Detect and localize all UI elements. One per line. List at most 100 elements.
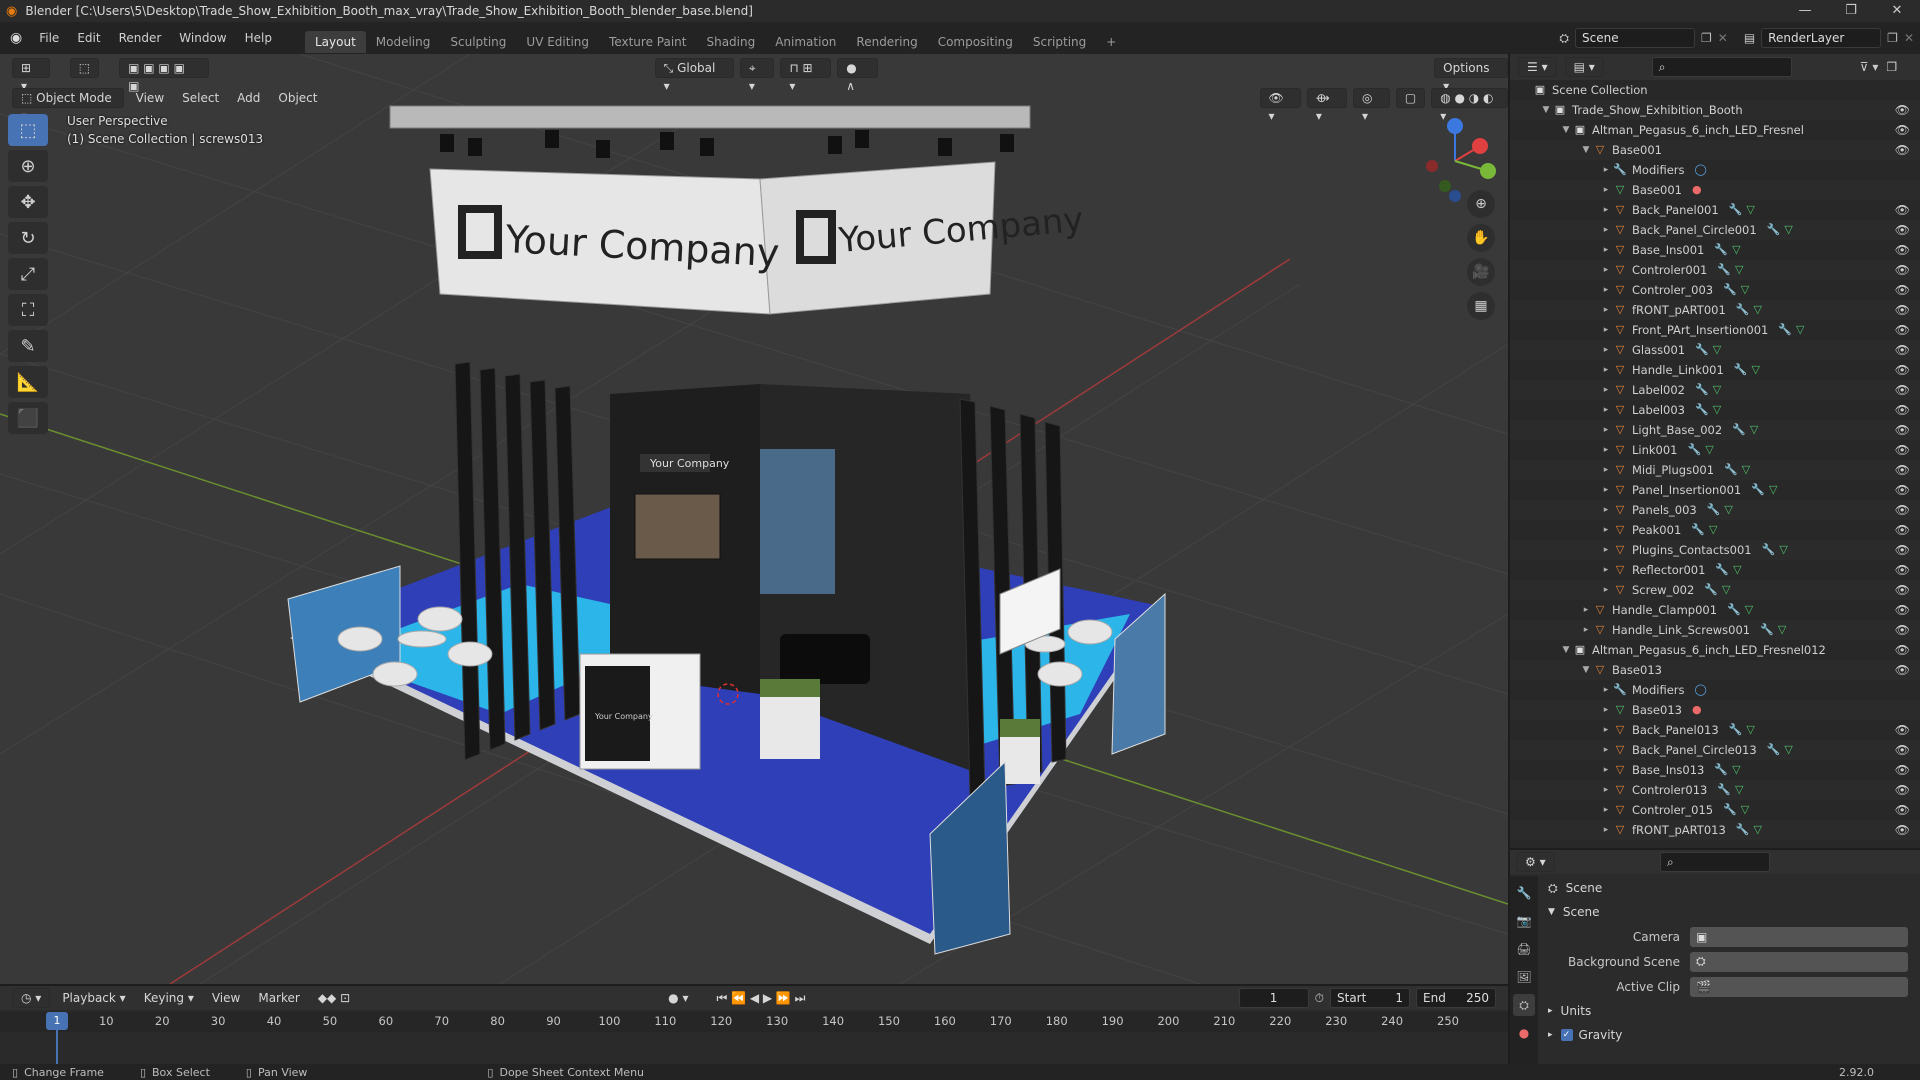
menu-window[interactable]: Window — [170, 31, 235, 45]
expand-toggle-icon[interactable]: ▸ — [1600, 500, 1612, 520]
tab-scripting[interactable]: Scripting — [1023, 31, 1096, 53]
menu-add[interactable]: Add — [231, 91, 266, 105]
output-tab-icon[interactable]: 🖨 — [1513, 938, 1535, 960]
outliner-row[interactable]: ▸ ▽ Controler_003 🔧 ▽ 👁 — [1510, 280, 1920, 300]
proportional-edit-toggle[interactable]: ● ∧ — [837, 58, 879, 93]
move-tool[interactable]: ✥ — [8, 186, 48, 218]
outliner-row[interactable]: ▸ ▽ Controler013 🔧 ▽ 👁 — [1510, 780, 1920, 800]
outliner-row[interactable]: ▸ ▽ Back_Panel013 🔧 ▽ 👁 — [1510, 720, 1920, 740]
add-workspace-button[interactable]: + — [1096, 31, 1126, 53]
outliner-row[interactable]: ▸ ▽ Reflector001 🔧 ▽ 👁 — [1510, 560, 1920, 580]
pan-hand-icon[interactable]: ✋ — [1467, 224, 1495, 252]
new-collection-icon[interactable]: ❐ — [1886, 60, 1897, 74]
properties-search-input[interactable]: ⌕ — [1660, 852, 1770, 872]
data-badges-icon[interactable]: 🔧 ▽ — [1704, 580, 1730, 600]
data-badges-icon[interactable]: 🔧 ▽ — [1714, 240, 1740, 260]
data-badges-icon[interactable]: 🔧 ▽ — [1707, 500, 1733, 520]
units-section-header[interactable]: ▸ Units — [1540, 999, 1920, 1023]
visibility-eye-icon[interactable]: 👁 — [1895, 720, 1910, 740]
view-layer-selector[interactable]: RenderLayer — [1761, 28, 1882, 48]
data-badges-icon[interactable]: 🔧 ▽ — [1778, 320, 1804, 340]
visibility-eye-icon[interactable]: 👁 — [1895, 520, 1910, 540]
outliner-row[interactable]: ▼ ▣ Altman_Pegasus_6_inch_LED_Fresnel012 👁 — [1510, 640, 1920, 660]
data-badges-icon[interactable]: 🔧 ▽ — [1717, 260, 1743, 280]
record-button[interactable]: ● ▾ — [662, 991, 694, 1005]
data-badges-icon[interactable]: 🔧 ▽ — [1695, 340, 1721, 360]
visibility-eye-icon[interactable]: 👁 — [1895, 320, 1910, 340]
background-scene-field[interactable]: ⛭ — [1690, 951, 1908, 972]
expand-toggle-icon[interactable]: ▸ — [1600, 340, 1612, 360]
transform-tool[interactable]: ⛶ — [8, 294, 48, 326]
preview-range-icon[interactable]: ⏱ — [1315, 991, 1324, 1006]
start-frame-field[interactable]: Start 1 — [1330, 988, 1410, 1008]
new-scene-icon[interactable]: ❐ — [1701, 31, 1712, 45]
data-badges-icon[interactable]: 🔧 ▽ — [1714, 760, 1740, 780]
visibility-eye-icon[interactable]: 👁 — [1895, 220, 1910, 240]
y-axis-icon[interactable] — [1480, 163, 1496, 179]
outliner-row[interactable]: ▸ ▽ Link001 🔧 ▽ 👁 — [1510, 440, 1920, 460]
expand-toggle-icon[interactable]: ▸ — [1600, 320, 1612, 340]
data-badges-icon[interactable]: ● — [1692, 700, 1702, 720]
expand-toggle-icon[interactable]: ▼ — [1560, 640, 1572, 660]
outliner-row[interactable]: ▸ ▽ Controler001 🔧 ▽ 👁 — [1510, 260, 1920, 280]
annotate-tool[interactable]: ✎ — [8, 330, 48, 362]
gizmo-toggle[interactable]: ⟴ ▾ — [1306, 88, 1347, 123]
options-menu[interactable]: Options ▾ — [1434, 58, 1508, 93]
menu-select[interactable]: Select — [176, 91, 225, 105]
data-badges-icon[interactable]: 🔧 ▽ — [1691, 520, 1717, 540]
new-view-layer-icon[interactable]: ❐ — [1887, 31, 1898, 45]
expand-toggle-icon[interactable]: ▸ — [1600, 520, 1612, 540]
expand-toggle-icon[interactable]: ▸ — [1580, 620, 1592, 640]
outliner-row[interactable]: ▸ ▽ Back_Panel001 🔧 ▽ 👁 — [1510, 200, 1920, 220]
visibility-eye-icon[interactable]: 👁 — [1895, 420, 1910, 440]
data-badges-icon[interactable]: 🔧 ▽ — [1727, 600, 1753, 620]
remove-scene-icon[interactable]: ✕ — [1718, 31, 1728, 45]
outliner-row[interactable]: ▸ ▽ Panels_003 🔧 ▽ 👁 — [1510, 500, 1920, 520]
data-badges-icon[interactable]: 🔧 ▽ — [1695, 380, 1721, 400]
expand-toggle-icon[interactable]: ▸ — [1600, 700, 1612, 720]
cursor-tool[interactable]: ⊕ — [8, 150, 48, 182]
visibility-eye-icon[interactable]: 👁 — [1895, 480, 1910, 500]
data-badges-icon[interactable]: 🔧 ▽ — [1736, 820, 1762, 840]
world-tab-icon[interactable]: ● — [1513, 1022, 1535, 1044]
outliner-row[interactable]: ▼ ▽ Base001 👁 — [1510, 140, 1920, 160]
data-badges-icon[interactable]: 🔧 ▽ — [1729, 720, 1755, 740]
menu-edit[interactable]: Edit — [68, 31, 109, 45]
visibility-eye-icon[interactable]: 👁 — [1895, 440, 1910, 460]
menu-timeline-view[interactable]: View — [206, 991, 246, 1005]
visibility-eye-icon[interactable]: 👁 — [1895, 380, 1910, 400]
scene-selector[interactable]: Scene — [1575, 28, 1695, 48]
expand-toggle-icon[interactable]: ▸ — [1600, 180, 1612, 200]
data-badges-icon[interactable]: ◯ — [1695, 160, 1707, 180]
outliner-row[interactable]: ▸ ▽ Handle_Link001 🔧 ▽ 👁 — [1510, 360, 1920, 380]
gravity-section-header[interactable]: ▸ ✓ Gravity — [1540, 1023, 1920, 1047]
maximize-button[interactable]: ❐ — [1828, 0, 1874, 22]
frame-ruler[interactable]: 10 20 30 40 50 60 70 80 90 100 110 120 130 140 150 160 1… — [0, 1012, 1508, 1032]
visibility-eye-icon[interactable]: 👁 — [1895, 400, 1910, 420]
expand-toggle-icon[interactable]: ▸ — [1600, 440, 1612, 460]
playhead[interactable]: 1 — [46, 1012, 68, 1030]
playback-controls[interactable]: ⏮ ⏪ ◀ ▶ ⏩ ⏭ — [710, 991, 811, 1006]
blender-menu-icon[interactable]: ◉ — [10, 30, 22, 46]
outliner-row[interactable]: ▸ ▽ Base_Ins013 🔧 ▽ 👁 — [1510, 760, 1920, 780]
outliner-row[interactable]: ▸ ▽ Midi_Plugs001 🔧 ▽ 👁 — [1510, 460, 1920, 480]
menu-help[interactable]: Help — [236, 31, 281, 45]
data-badges-icon[interactable]: 🔧 ▽ — [1688, 440, 1714, 460]
tab-animation[interactable]: Animation — [765, 31, 846, 53]
camera-field[interactable]: ▣ — [1690, 926, 1908, 947]
snap-toggle[interactable]: ⊓ ⊞ ▾ — [780, 58, 832, 93]
visibility-eye-icon[interactable]: 👁 — [1895, 580, 1910, 600]
tool-tab-icon[interactable]: 🔧 — [1513, 882, 1535, 904]
expand-toggle-icon[interactable]: ▸ — [1600, 260, 1612, 280]
tab-shading[interactable]: Shading — [696, 31, 765, 53]
data-badges-icon[interactable]: 🔧 ▽ — [1767, 220, 1793, 240]
visibility-eye-icon[interactable]: 👁 — [1895, 260, 1910, 280]
x-axis-icon[interactable] — [1472, 138, 1488, 154]
shading-mode-buttons[interactable]: ◍ ● ◑ ◐ ▾ — [1431, 88, 1508, 123]
neg-y-axis-icon[interactable] — [1439, 180, 1451, 192]
expand-toggle-icon[interactable]: ▸ — [1600, 480, 1612, 500]
expand-toggle-icon[interactable]: ▸ — [1600, 540, 1612, 560]
active-clip-field[interactable]: 🎬 — [1690, 976, 1908, 997]
outliner-row[interactable]: ▼ ▣ Altman_Pegasus_6_inch_LED_Fresnel 👁 — [1510, 120, 1920, 140]
outliner-row[interactable]: ▸ ▽ Plugins_Contacts001 🔧 ▽ 👁 — [1510, 540, 1920, 560]
